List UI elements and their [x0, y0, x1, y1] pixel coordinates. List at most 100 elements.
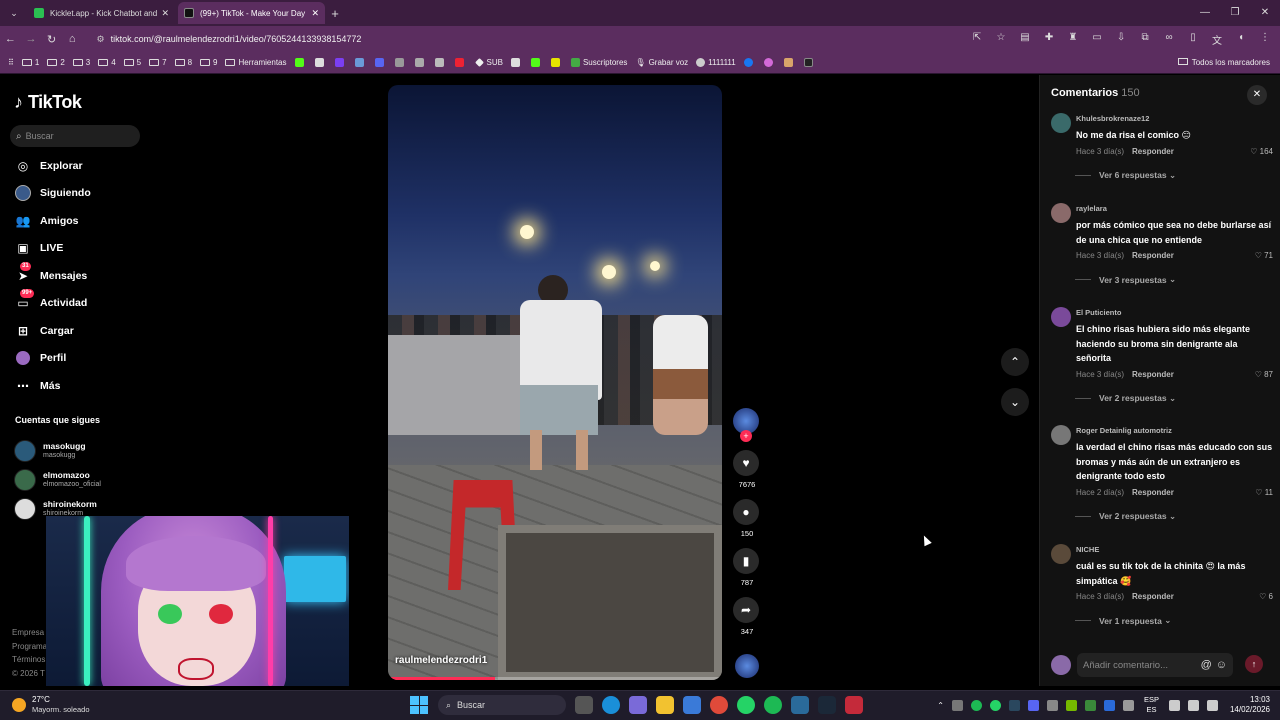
tray-app-icon[interactable]	[1046, 699, 1058, 711]
bookmark-folder[interactable]: 8	[174, 58, 192, 67]
following-account[interactable]: masokugg masokugg	[14, 436, 101, 465]
view-replies-button[interactable]: Ver 2 respuestas ⌄	[1075, 511, 1273, 522]
music-disc-icon[interactable]	[735, 654, 759, 678]
bookmark-facebook[interactable]	[743, 58, 756, 67]
bookmark-folder[interactable]: 7	[149, 58, 167, 67]
nvidia-tray-icon[interactable]	[1065, 699, 1077, 711]
search-input[interactable]: ⌕ Buscar	[10, 125, 140, 147]
file-explorer-icon[interactable]	[656, 696, 674, 714]
following-account[interactable]: elmomazoo elmomazoo_oficial	[14, 465, 101, 494]
open-in-app-icon[interactable]: ⇱	[970, 32, 984, 47]
whatsapp-tray-icon[interactable]	[989, 699, 1001, 711]
nav-cargar[interactable]: ⊞ Cargar	[14, 317, 91, 345]
follow-plus-icon[interactable]: +	[740, 430, 752, 442]
tray-app-icon[interactable]	[951, 699, 963, 711]
comment-username[interactable]: NICHE	[1076, 544, 1273, 556]
sidepanel-icon[interactable]: ▯	[1186, 32, 1200, 47]
back-icon[interactable]: ←	[0, 33, 21, 45]
avatar[interactable]	[1051, 113, 1071, 133]
bookmark-suscriptores[interactable]: Suscriptores	[570, 58, 627, 67]
comment-like-button[interactable]: ♡ 164	[1250, 147, 1273, 156]
edge-icon[interactable]	[602, 696, 620, 714]
taskbar-search[interactable]: ⌕ Buscar	[438, 695, 566, 715]
bookmark-site[interactable]	[454, 58, 467, 67]
bookmark-folder[interactable]: 4	[98, 58, 116, 67]
bookmark-site[interactable]	[550, 58, 563, 67]
bookmark-site[interactable]	[394, 58, 407, 67]
reply-button[interactable]: Responder	[1132, 488, 1174, 497]
nav-perfil[interactable]: Perfil	[14, 345, 91, 373]
comment-like-button[interactable]: ♡ 11	[1255, 488, 1273, 497]
view-replies-button[interactable]: Ver 1 respuesta ⌄	[1075, 615, 1273, 626]
bookmark-folder[interactable]: 3	[72, 58, 90, 67]
forward-icon[interactable]: →	[21, 33, 42, 45]
bookmark-grabar-voz[interactable]: 🎙 Grabar voz	[635, 58, 688, 67]
bluetooth-tray-icon[interactable]	[1103, 699, 1115, 711]
bookmark-folder[interactable]: Herramientas	[225, 58, 287, 67]
author-avatar[interactable]: +	[733, 408, 759, 442]
bookmark-site[interactable]	[803, 58, 816, 67]
close-comments-icon[interactable]: ✕	[1247, 85, 1267, 105]
tray-expand-icon[interactable]: ⌃	[937, 701, 944, 710]
avatar[interactable]	[1051, 203, 1071, 223]
bookmark-folder[interactable]: 2	[47, 58, 65, 67]
apps-icon[interactable]: ⠿	[8, 58, 14, 67]
task-view-icon[interactable]	[575, 696, 593, 714]
nav-siguiendo[interactable]: Siguiendo	[14, 180, 91, 208]
maximize-icon[interactable]: ❐	[1220, 0, 1250, 26]
share-icon[interactable]: ➦	[733, 597, 759, 623]
bookmark-site[interactable]	[763, 58, 776, 67]
tray-app-icon[interactable]	[1084, 699, 1096, 711]
copilot-icon[interactable]	[629, 696, 647, 714]
clock[interactable]: 13:03 14/02/2026	[1230, 695, 1270, 715]
discord-tray-icon[interactable]	[1027, 699, 1039, 711]
extensions-puzzle-icon[interactable]: ✚	[1042, 32, 1056, 47]
like-heart-icon[interactable]: ♥	[733, 450, 759, 476]
nav-mas[interactable]: ⋯ Más	[14, 372, 91, 400]
bookmark-folder[interactable]: 1	[21, 58, 39, 67]
comment-username[interactable]: Khulesbrokrenaze12	[1076, 113, 1273, 125]
avatar[interactable]	[1051, 425, 1071, 445]
bookmark-site[interactable]	[354, 58, 367, 67]
bookmark-icon[interactable]: ▮	[733, 548, 759, 574]
comment-like-button[interactable]: ♡ 87	[1255, 370, 1273, 379]
bookmark-1111111[interactable]: 1111111	[696, 58, 736, 67]
steam-tray-icon[interactable]	[1008, 699, 1020, 711]
steam-icon[interactable]	[818, 696, 836, 714]
weather-widget[interactable]: 27°C Mayorm. soleado	[12, 695, 90, 715]
chrome-icon[interactable]	[710, 696, 728, 714]
spotify-tray-icon[interactable]	[970, 699, 982, 711]
downloads-icon[interactable]: ⇩	[1114, 32, 1128, 47]
avatar[interactable]	[1051, 307, 1071, 327]
nav-amigos[interactable]: 👥 Amigos	[14, 207, 91, 235]
extension-icon[interactable]: ▭	[1090, 32, 1104, 47]
tiktok-logo[interactable]: ♪ TikTok	[14, 92, 82, 113]
translate-icon[interactable]: 文	[1210, 32, 1224, 47]
whatsapp-icon[interactable]	[737, 696, 755, 714]
nav-live[interactable]: ▣ LIVE	[14, 235, 91, 263]
windows-start-icon[interactable]	[410, 696, 428, 714]
site-info-icon[interactable]: ⚙	[97, 34, 105, 45]
bookmark-sub[interactable]: SUB	[474, 58, 503, 67]
avatar[interactable]	[1051, 544, 1071, 564]
reply-button[interactable]: Responder	[1132, 370, 1174, 379]
comment-icon[interactable]: ●	[733, 499, 759, 525]
spotify-icon[interactable]	[764, 696, 782, 714]
bookmark-site[interactable]	[314, 58, 327, 67]
view-replies-button[interactable]: Ver 6 respuestas ⌄	[1075, 170, 1273, 181]
reply-button[interactable]: Responder	[1132, 147, 1174, 156]
new-tab-icon[interactable]: +	[325, 6, 345, 21]
next-video-button[interactable]: ⌄	[1001, 388, 1029, 416]
view-replies-button[interactable]: Ver 2 respuestas ⌄	[1075, 393, 1273, 404]
profile-icon[interactable]: ◖	[1234, 32, 1248, 47]
footer-link[interactable]: Programa	[12, 640, 47, 654]
tab-kicklet[interactable]: Kicklet.app - Kick Chatbot and ✕	[28, 2, 175, 24]
bookmark-folder[interactable]: 5	[123, 58, 141, 67]
bookmark-discord[interactable]	[374, 58, 387, 67]
video-progress-bar[interactable]	[388, 677, 722, 680]
menu-icon[interactable]: ⋮	[1258, 32, 1272, 47]
close-tab-icon[interactable]: ✕	[161, 8, 169, 19]
battery-icon[interactable]	[1206, 699, 1218, 711]
comment-like-button[interactable]: ♡ 71	[1255, 251, 1273, 260]
footer-link[interactable]: Empresa	[12, 626, 47, 640]
